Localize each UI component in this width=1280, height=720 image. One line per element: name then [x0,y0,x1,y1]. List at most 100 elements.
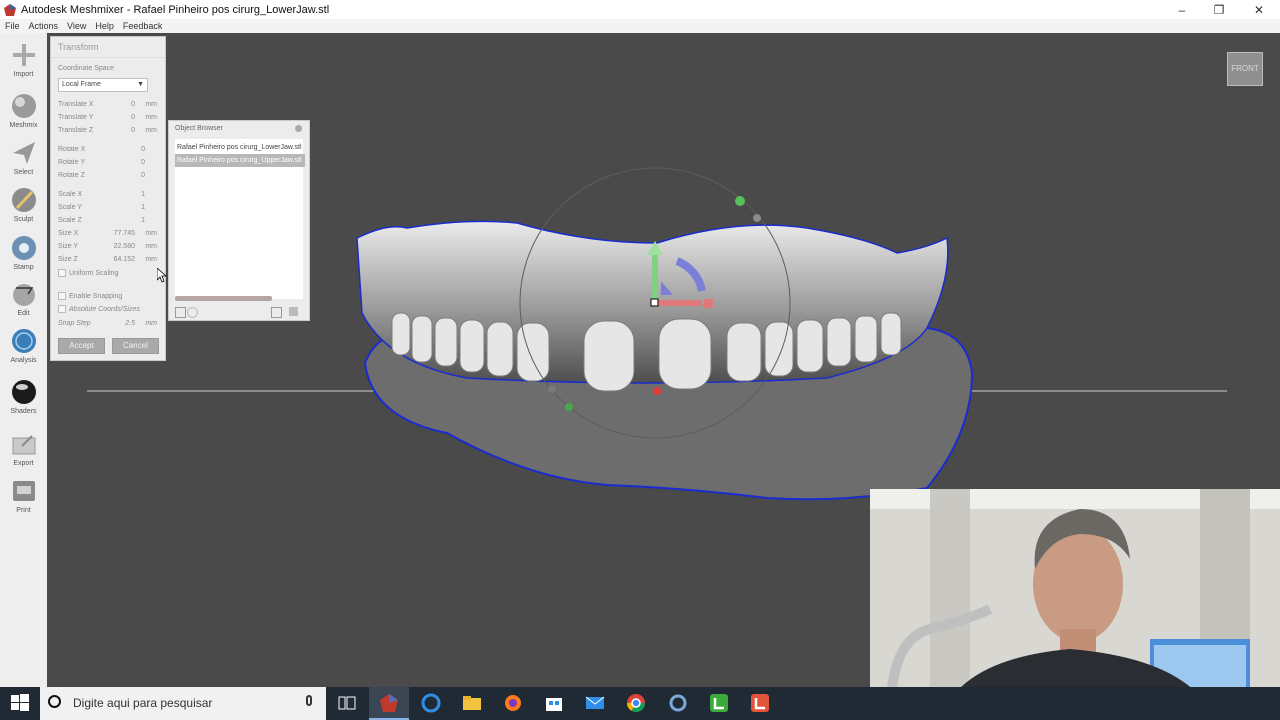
taskbar-search-box[interactable]: Digite aqui para pesquisar [40,687,326,720]
menu-help[interactable]: Help [95,21,114,31]
tool-import[interactable]: Import [0,37,47,83]
scale-z-row[interactable]: Scale Z 1 [58,215,157,227]
tool-export[interactable]: Export [0,426,47,472]
edge-icon[interactable] [421,693,441,713]
size-z-value[interactable]: 64.152 [114,254,135,266]
firefox-icon[interactable] [503,693,523,713]
store-icon[interactable] [544,693,564,713]
rotate-x-value[interactable]: 0 [141,144,145,156]
object-browser-close-icon[interactable] [295,125,302,132]
minimize-icon[interactable]: – [1162,0,1202,19]
uniform-scaling-toggle[interactable]: Uniform Scaling [58,268,157,280]
gizmo-grey-handle-2[interactable] [548,385,556,393]
size-y-unit: mm [145,243,157,250]
accept-button[interactable]: Accept [58,338,105,354]
size-z-row[interactable]: Size Z 64.152 mm [58,254,157,266]
enable-snapping-toggle[interactable]: Enable Snapping [58,291,157,303]
object-item-lowerjaw[interactable]: Rafael Pinheiro pos cirurg_LowerJaw.stl [175,141,305,154]
meshmixer-app-icon [4,3,16,16]
rotate-z-row[interactable]: Rotate Z 0 [58,170,157,182]
menu-view[interactable]: View [67,21,86,31]
file-explorer-icon[interactable] [462,693,482,713]
duplicate-object-icon[interactable] [271,307,282,318]
cancel-button[interactable]: Cancel [112,338,159,354]
gizmo-origin[interactable] [650,298,659,307]
uniform-scaling-label: Uniform Scaling [69,270,119,277]
transform-panel: Transform Coordinate Space Local Frame ▼… [50,36,166,361]
tool-analysis[interactable]: Analysis [0,323,47,369]
snap-step-row[interactable]: Snap Step 2.5 mm [58,318,157,330]
tool-analysis-label: Analysis [10,357,37,364]
tool-meshmix[interactable]: Meshmix [0,88,47,134]
scale-y-value[interactable]: 1 [141,202,145,214]
rotate-x-row[interactable]: Rotate X 0 [58,144,157,156]
object-visibility-icon[interactable] [175,307,186,318]
microphone-icon[interactable] [306,695,312,706]
absolute-coords-toggle[interactable]: Absolute Coords/Sizes [58,304,157,316]
translate-x-value[interactable]: 0 [131,99,135,111]
absolute-coords-checkbox[interactable] [58,305,66,314]
scale-x-value[interactable]: 1 [141,189,145,201]
size-y-value[interactable]: 22.580 [114,241,135,253]
object-browser-panel: Object Browser Rafael Pinheiro pos cirur… [168,120,310,321]
view-cube[interactable]: FRONT [1227,52,1263,86]
mail-icon[interactable] [585,693,605,713]
tool-sculpt[interactable]: Sculpt [0,182,47,228]
snap-step-value[interactable]: 2.5 [125,318,135,330]
transform-title: Transform [51,37,165,58]
task-view-icon[interactable] [337,693,357,713]
gizmo-green-handle[interactable] [735,196,745,206]
tool-select[interactable]: Select [0,135,47,181]
tool-stamp[interactable]: Stamp [0,230,47,276]
tool-edit[interactable]: Edit [0,276,47,322]
analysis-icon [11,329,36,353]
object-lock-icon[interactable] [187,307,198,318]
chrome-icon[interactable] [626,693,646,713]
scale-z-value[interactable]: 1 [141,215,145,227]
camtasia-green-icon[interactable] [709,693,729,713]
uniform-scaling-checkbox[interactable] [58,269,66,278]
windows-taskbar: Digite aqui para pesquisar [0,687,1280,720]
tool-print[interactable]: Print [0,473,47,519]
select-arrow-icon [12,142,35,164]
tool-shaders[interactable]: Shaders [0,374,47,420]
scale-x-row[interactable]: Scale X 1 [58,189,157,201]
rotate-z-value[interactable]: 0 [141,170,145,182]
meshmix-icon [11,94,36,118]
rotate-y-value[interactable]: 0 [141,157,145,169]
windows-start-icon[interactable] [10,693,30,713]
tool-sidebar: Import Meshmix Select Sculpt Stamp Edit … [0,33,47,687]
gizmo-grey-handle[interactable] [753,214,761,222]
size-y-row[interactable]: Size Y 22.580 mm [58,241,157,253]
restore-icon[interactable]: ❐ [1199,0,1239,19]
menu-actions[interactable]: Actions [29,21,59,31]
size-x-row[interactable]: Size X 77.745 mm [58,228,157,240]
object-list-scrollbar[interactable] [175,296,272,301]
rotate-y-row[interactable]: Rotate Y 0 [58,157,157,169]
translate-z-row[interactable]: Translate Z 0 mm [58,125,157,137]
gizmo-green-handle-2[interactable] [565,403,573,411]
chevron-down-icon: ▼ [137,81,144,88]
scale-y-row[interactable]: Scale Y 1 [58,202,157,214]
meshmixer-taskbar-button[interactable] [369,687,409,720]
scale-y-label: Scale Y [58,204,82,211]
menu-file[interactable]: File [5,21,20,31]
rotate-y-label: Rotate Y [58,159,86,166]
object-item-upperjaw[interactable]: Rafael Pinheiro pos cirurg_UpperJaw.stl [175,154,305,167]
gizmo-x-scale-handle[interactable] [704,299,713,308]
enable-snapping-checkbox[interactable] [58,292,66,301]
translate-z-value[interactable]: 0 [131,125,135,137]
translate-y-row[interactable]: Translate Y 0 mm [58,112,157,124]
tool-export-label: Export [13,460,34,467]
app-ring-icon[interactable] [668,693,688,713]
menu-feedback[interactable]: Feedback [123,21,163,31]
trash-icon[interactable] [289,307,298,316]
scale-x-label: Scale X [58,191,83,198]
gizmo-red-handle[interactable] [653,387,661,395]
close-icon[interactable]: ✕ [1239,0,1279,19]
translate-y-value[interactable]: 0 [131,112,135,124]
camtasia-red-icon[interactable] [750,693,770,713]
size-x-value[interactable]: 77.745 [114,228,135,240]
coordinate-space-select[interactable]: Local Frame ▼ [58,78,148,92]
translate-x-row[interactable]: Translate X 0 mm [58,99,157,111]
